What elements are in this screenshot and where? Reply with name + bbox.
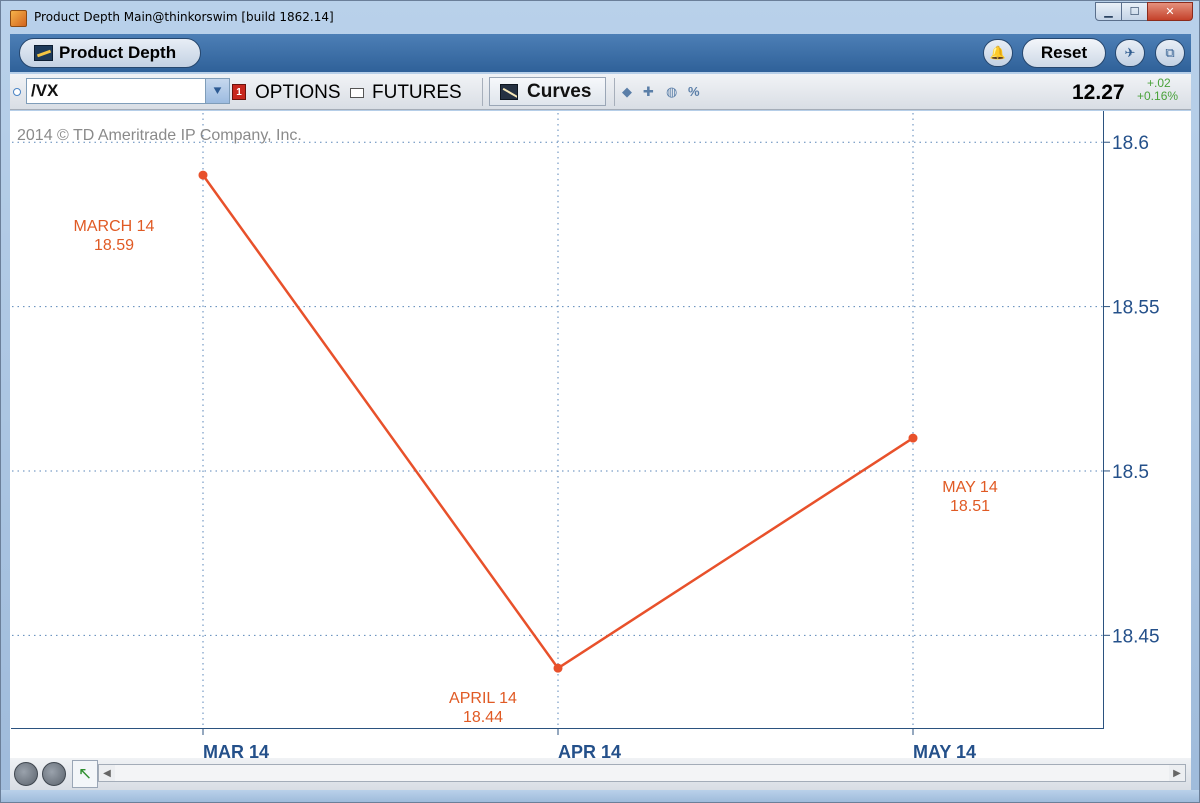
- chart-icon: [34, 45, 53, 61]
- point-label-value: 18.44: [463, 709, 503, 726]
- percent-icon[interactable]: %: [688, 84, 700, 99]
- scroll-left-icon[interactable]: ◀: [99, 765, 115, 781]
- arrows-icon[interactable]: ◆: [622, 84, 632, 100]
- toolbar: /VX ⯆ 1 OPTIONS FUTURES Curves ◆ ✚ ◍ % 1…: [10, 74, 1191, 110]
- header-bar: Product Depth 🔔 Reset ✈ ⧉: [10, 34, 1191, 72]
- options-toggle[interactable]: OPTIONS: [255, 82, 341, 104]
- scroll-right-icon[interactable]: ▶: [1169, 765, 1185, 781]
- pin-icon[interactable]: ✈: [1115, 39, 1145, 67]
- term-structure-chart[interactable]: 18.618.5518.518.45MAR 14 APR 14 MAY 14MARC…: [10, 111, 1191, 766]
- radio-icon[interactable]: [13, 88, 21, 96]
- close-button[interactable]: ✕: [1147, 2, 1193, 21]
- zoom-in-icon[interactable]: [14, 762, 38, 786]
- futures-checkbox-icon[interactable]: [350, 88, 364, 98]
- bell-icon[interactable]: 🔔: [983, 39, 1013, 67]
- app-window: Product Depth Main@thinkorswim [build 18…: [0, 0, 1200, 803]
- window-bottom-edge: [1, 790, 1199, 802]
- bottom-bar: ↖ ◀ ▶: [10, 758, 1191, 790]
- app-icon: [10, 10, 27, 27]
- pointer-icon[interactable]: ↖: [72, 760, 98, 788]
- reset-button[interactable]: Reset: [1022, 38, 1106, 68]
- point-label-value: 18.59: [94, 237, 134, 254]
- symbol-selector[interactable]: /VX ⯆: [26, 78, 230, 104]
- y-tick-label: 18.55: [1112, 298, 1160, 319]
- data-point[interactable]: [553, 663, 563, 673]
- chart-area[interactable]: 18.6 18.55 18.5 18.45 MAR 14 APR 14 MAY 14 MARC…: [10, 111, 1191, 766]
- crosshair-icon[interactable]: ✚: [643, 84, 654, 100]
- zoom-out-icon[interactable]: [42, 762, 66, 786]
- alert-badge: 1: [232, 84, 246, 100]
- curves-button[interactable]: Curves: [489, 77, 606, 106]
- data-point[interactable]: [908, 433, 918, 443]
- futures-toggle[interactable]: FUTURES: [372, 82, 462, 104]
- horizontal-scrollbar[interactable]: ◀ ▶: [98, 764, 1186, 782]
- minimize-button[interactable]: ▁: [1095, 2, 1122, 21]
- toolbar-divider: [614, 78, 615, 106]
- copyright-text: 2014 © TD Ameritrade IP Company, Inc.: [17, 127, 302, 144]
- window-controls: ▁ ☐ ✕: [1095, 2, 1193, 21]
- y-tick-label: 18.45: [1112, 626, 1160, 647]
- point-label-value: 18.51: [950, 498, 990, 515]
- curves-label: Curves: [527, 80, 592, 102]
- link-icon[interactable]: ⧉: [1155, 39, 1185, 67]
- data-point[interactable]: [198, 170, 208, 180]
- toolbar-divider: [482, 78, 483, 106]
- point-label-name: MARCH 14: [74, 218, 155, 235]
- price-change: +.02 +0.16%: [1137, 77, 1178, 103]
- y-tick-label: 18.5: [1112, 462, 1149, 483]
- title-bar: Product Depth Main@thinkorswim [build 18…: [1, 1, 1199, 33]
- last-price: 12.27: [1072, 81, 1125, 104]
- price-change-pct: +0.16%: [1137, 89, 1179, 103]
- window-title: Product Depth Main@thinkorswim [build 18…: [34, 10, 334, 24]
- product-depth-button[interactable]: Product Depth: [19, 38, 201, 68]
- point-label-name: MAY 14: [942, 479, 998, 496]
- symbol-input[interactable]: /VX: [27, 81, 205, 101]
- curves-icon: [500, 83, 518, 100]
- product-depth-label: Product Depth: [59, 43, 177, 62]
- maximize-button[interactable]: ☐: [1121, 2, 1148, 21]
- magnify-icon[interactable]: ◍: [666, 84, 677, 100]
- y-tick-label: 18.6: [1112, 133, 1149, 154]
- chevron-down-icon[interactable]: ⯆: [205, 79, 229, 103]
- point-label-name: APRIL 14: [449, 690, 517, 707]
